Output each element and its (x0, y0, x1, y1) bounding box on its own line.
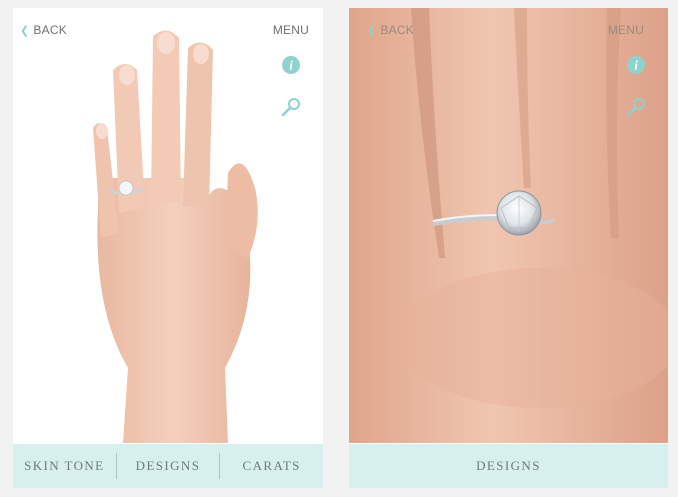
back-button[interactable]: ❮ BACK (367, 23, 414, 37)
menu-button[interactable]: MENU (608, 23, 644, 37)
tab-designs[interactable]: DESIGNS (349, 458, 668, 474)
magnifier-icon[interactable] (280, 96, 302, 118)
svg-text:i: i (289, 58, 293, 73)
chevron-left-icon: ❮ (20, 24, 30, 37)
bottom-tab-bar: SKIN TONE DESIGNS CARATS (13, 444, 323, 488)
magnifier-icon[interactable] (625, 96, 647, 118)
tab-skin-tone[interactable]: SKIN TONE (13, 458, 116, 474)
tab-designs[interactable]: DESIGNS (117, 458, 220, 474)
hand-photo (13, 8, 323, 443)
chevron-left-icon: ❮ (367, 24, 377, 37)
back-label: BACK (33, 23, 67, 37)
svg-text:i: i (634, 58, 638, 73)
tab-carats[interactable]: CARATS (220, 458, 323, 474)
ring-closeup-photo (349, 8, 668, 443)
bottom-tab-bar: DESIGNS (349, 444, 668, 488)
back-label: BACK (380, 23, 414, 37)
back-button[interactable]: ❮ BACK (20, 23, 67, 37)
hand-view-screen: ❮ BACK MENU i SKIN TONE DESIGNS CARATS (13, 8, 323, 488)
info-icon[interactable]: i (625, 54, 647, 76)
menu-button[interactable]: MENU (273, 23, 309, 37)
info-icon[interactable]: i (280, 54, 302, 76)
ring-closeup-screen: ❮ BACK MENU i DESIGNS (349, 8, 668, 488)
